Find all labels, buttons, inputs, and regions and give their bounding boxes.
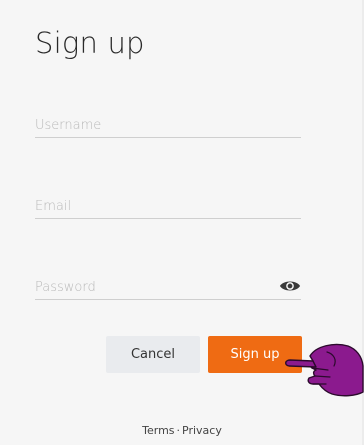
username-input[interactable] (35, 113, 301, 137)
cancel-button[interactable]: Cancel (106, 336, 200, 373)
email-input[interactable] (35, 194, 301, 218)
email-field (35, 194, 301, 219)
username-field (35, 113, 301, 138)
page-title: Sign up (35, 26, 145, 60)
signup-page: Sign up Cancel Sign up Terms·Privacy (0, 0, 364, 445)
privacy-link[interactable]: Privacy (182, 424, 222, 437)
password-input[interactable] (35, 275, 265, 299)
hand-pointer-icon (285, 343, 364, 397)
footer-separator: · (176, 424, 181, 437)
password-field (35, 275, 301, 300)
eye-icon[interactable] (279, 278, 301, 294)
footer: Terms · Privacy (0, 424, 364, 437)
terms-link[interactable]: Terms (142, 424, 174, 437)
